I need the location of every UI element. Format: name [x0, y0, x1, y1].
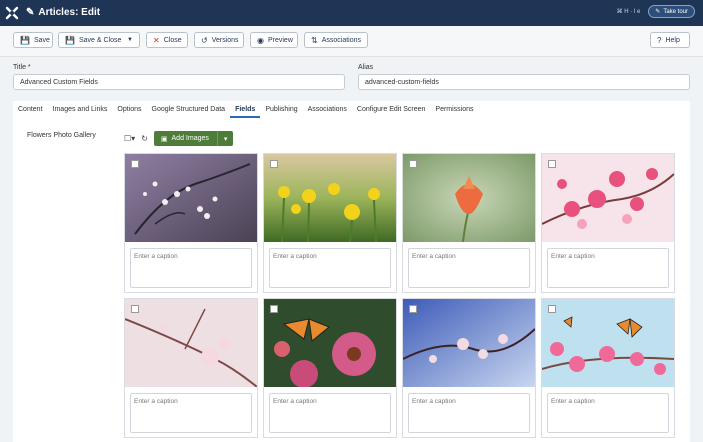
select-all-checkbox[interactable]: ☐▾	[124, 134, 135, 143]
gallery-item: Enter a caption	[263, 153, 397, 293]
header-bar: ✎ Articles: Edit ⌘ H · l e ✎ Take tour	[0, 0, 703, 26]
tab-associations[interactable]: Associations	[303, 101, 352, 118]
associations-button[interactable]: ⇅ Associations	[304, 32, 368, 48]
caption-input[interactable]: Enter a caption	[547, 248, 669, 288]
versions-button[interactable]: ↺ Versions	[194, 32, 244, 48]
associations-icon: ⇅	[311, 35, 318, 45]
save-close-button[interactable]: 💾 Save & Close ▼	[58, 32, 140, 48]
alias-input[interactable]: advanced-custom-fields	[358, 74, 690, 90]
pencil-icon: ✎	[26, 7, 35, 18]
gallery-item: Enter a caption	[124, 153, 258, 293]
item-checkbox[interactable]	[270, 160, 278, 168]
tab-google-structured-data[interactable]: Google Structured Data	[147, 101, 231, 118]
add-images-button[interactable]: ▣ Add Images ▾	[153, 131, 234, 146]
flower-photo	[403, 299, 535, 387]
tab-fields[interactable]: Fields	[230, 101, 261, 118]
caption-input[interactable]: Enter a caption	[269, 393, 391, 433]
gallery-item: Enter a caption	[263, 298, 397, 438]
gallery-item: Enter a caption	[541, 298, 675, 438]
close-icon: ✕	[153, 35, 160, 45]
save-button[interactable]: 💾 Save	[13, 32, 53, 48]
caption-input[interactable]: Enter a caption	[408, 393, 530, 433]
tab-bar: Content Images and Links Options Google …	[13, 101, 690, 119]
flower-photo	[264, 299, 396, 387]
item-checkbox[interactable]	[548, 160, 556, 168]
alias-label: Alias	[358, 64, 374, 71]
image-icon: ▣	[160, 135, 168, 143]
tab-images-and-links[interactable]: Images and Links	[48, 101, 113, 118]
item-checkbox[interactable]	[548, 305, 556, 313]
preview-button[interactable]: ◉ Preview	[250, 32, 298, 48]
item-checkbox[interactable]	[131, 305, 139, 313]
gallery-field-label: Flowers Photo Gallery	[27, 132, 96, 139]
gallery-tools: ☐▾ ↻ ▣ Add Images ▾	[124, 131, 234, 146]
flower-photo	[542, 154, 674, 242]
tab-options[interactable]: Options	[112, 101, 146, 118]
history-icon: ↺	[201, 35, 208, 45]
toolbar: 💾 Save 💾 Save & Close ▼ ✕ Close ↺ Versio…	[0, 26, 703, 57]
save-icon: 💾	[65, 35, 75, 45]
flower-photo	[125, 299, 257, 387]
page-title: ✎ Articles: Edit	[26, 7, 101, 18]
tab-permissions[interactable]: Permissions	[430, 101, 478, 118]
refresh-icon[interactable]: ↻	[141, 134, 148, 143]
take-tour-button[interactable]: ✎ Take tour	[648, 5, 695, 18]
joomla-logo-icon[interactable]	[5, 6, 19, 20]
gallery-item: Enter a caption	[402, 298, 536, 438]
gallery-item: Enter a caption	[402, 153, 536, 293]
help-button[interactable]: ? Help	[650, 32, 690, 48]
caption-input[interactable]: Enter a caption	[130, 248, 252, 288]
user-menu[interactable]: ⌘ H · l e	[617, 8, 641, 15]
item-checkbox[interactable]	[409, 160, 417, 168]
gallery-item: Enter a caption	[124, 298, 258, 438]
flower-photo	[264, 154, 396, 242]
tab-publishing[interactable]: Publishing	[260, 101, 302, 118]
flower-photo	[125, 154, 257, 242]
flower-photo	[403, 154, 535, 242]
gallery-item: Enter a caption	[541, 153, 675, 293]
caption-input[interactable]: Enter a caption	[547, 393, 669, 433]
help-icon: ?	[657, 35, 662, 45]
item-checkbox[interactable]	[131, 160, 139, 168]
tab-configure-edit-screen[interactable]: Configure Edit Screen	[352, 101, 430, 118]
item-checkbox[interactable]	[409, 305, 417, 313]
chevron-down-icon[interactable]: ▼	[127, 37, 133, 43]
title-input[interactable]: Advanced Custom Fields	[13, 74, 345, 90]
caption-input[interactable]: Enter a caption	[269, 248, 391, 288]
save-icon: 💾	[20, 35, 30, 45]
caption-input[interactable]: Enter a caption	[408, 248, 530, 288]
flower-photo	[542, 299, 674, 387]
eye-icon: ◉	[257, 35, 264, 45]
caption-input[interactable]: Enter a caption	[130, 393, 252, 433]
title-label: Title *	[13, 64, 31, 71]
chevron-down-icon[interactable]: ▾	[216, 131, 234, 146]
close-button[interactable]: ✕ Close	[146, 32, 188, 48]
tab-content[interactable]: Content	[13, 101, 48, 118]
item-checkbox[interactable]	[270, 305, 278, 313]
edit-icon: ✎	[655, 9, 661, 15]
